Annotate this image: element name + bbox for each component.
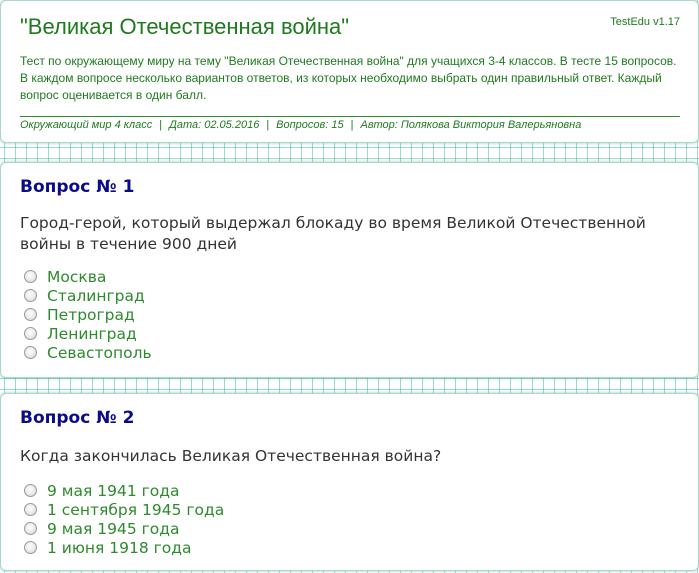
answer-option[interactable]: Севастополь: [24, 343, 152, 362]
radio-unchecked-icon[interactable]: [24, 308, 37, 321]
test-title: "Великая Отечественная война": [20, 14, 350, 39]
question-text: Город-герой, который выдержал блокаду во…: [20, 214, 646, 253]
answer-label[interactable]: Петроград: [47, 306, 135, 324]
answer-option[interactable]: 1 июня 1918 года: [24, 538, 224, 557]
answer-list: Москва Сталинград Петроград Ленинград Се…: [24, 267, 152, 362]
answer-list: 9 мая 1941 года 1 сентября 1945 года 9 м…: [24, 481, 224, 557]
radio-unchecked-icon[interactable]: [24, 522, 37, 535]
radio-unchecked-icon[interactable]: [24, 289, 37, 302]
question-text: Когда закончилась Великая Отечественная …: [20, 447, 442, 465]
answer-label[interactable]: 9 мая 1941 года: [47, 482, 179, 500]
answer-option[interactable]: 9 мая 1945 года: [24, 519, 224, 538]
answer-option[interactable]: Ленинград: [24, 324, 152, 343]
meta-author: Автор: Полякова Виктория Валерьяновна: [360, 119, 582, 131]
radio-unchecked-icon[interactable]: [24, 503, 37, 516]
meta-subject: Окружающий мир 4 класс: [20, 119, 153, 131]
answer-label[interactable]: Москва: [47, 268, 106, 286]
meta-separator: |: [266, 119, 270, 131]
question-title: Вопрос № 2: [20, 408, 135, 428]
meta-separator: |: [350, 119, 354, 131]
question-card-1: Вопрос № 1 Город-герой, который выдержал…: [0, 162, 699, 378]
radio-unchecked-icon[interactable]: [24, 346, 37, 359]
question-card-2: Вопрос № 2 Когда закончилась Великая Оте…: [0, 393, 699, 571]
meta-question-count: Вопросов: 15: [276, 119, 344, 131]
test-description: Тест по окружающему миру на тему "Велика…: [20, 54, 677, 102]
header-divider: [20, 116, 680, 117]
meta-date: Дата: 02.05.2016: [169, 119, 260, 131]
app-version: TestEdu v1.17: [610, 16, 680, 28]
question-title: Вопрос № 1: [20, 177, 135, 197]
test-header-card: "Великая Отечественная война" TestEdu v1…: [0, 0, 699, 143]
answer-label[interactable]: Сталинград: [47, 287, 145, 305]
radio-unchecked-icon[interactable]: [24, 541, 37, 554]
answer-option[interactable]: Сталинград: [24, 286, 152, 305]
radio-unchecked-icon[interactable]: [24, 327, 37, 340]
test-meta: Окружающий мир 4 класс | Дата: 02.05.2016 |…: [20, 119, 581, 131]
answer-label[interactable]: 1 сентября 1945 года: [47, 501, 224, 519]
answer-label[interactable]: 9 мая 1945 года: [47, 520, 179, 538]
answer-option[interactable]: Петроград: [24, 305, 152, 324]
answer-option[interactable]: 9 мая 1941 года: [24, 481, 224, 500]
answer-label[interactable]: Ленинград: [47, 325, 137, 343]
answer-label[interactable]: Севастополь: [47, 344, 152, 362]
answer-option[interactable]: 1 сентября 1945 года: [24, 500, 224, 519]
answer-label[interactable]: 1 июня 1918 года: [47, 539, 192, 557]
radio-unchecked-icon[interactable]: [24, 484, 37, 497]
meta-separator: |: [159, 119, 163, 131]
answer-option[interactable]: Москва: [24, 267, 152, 286]
radio-unchecked-icon[interactable]: [24, 270, 37, 283]
